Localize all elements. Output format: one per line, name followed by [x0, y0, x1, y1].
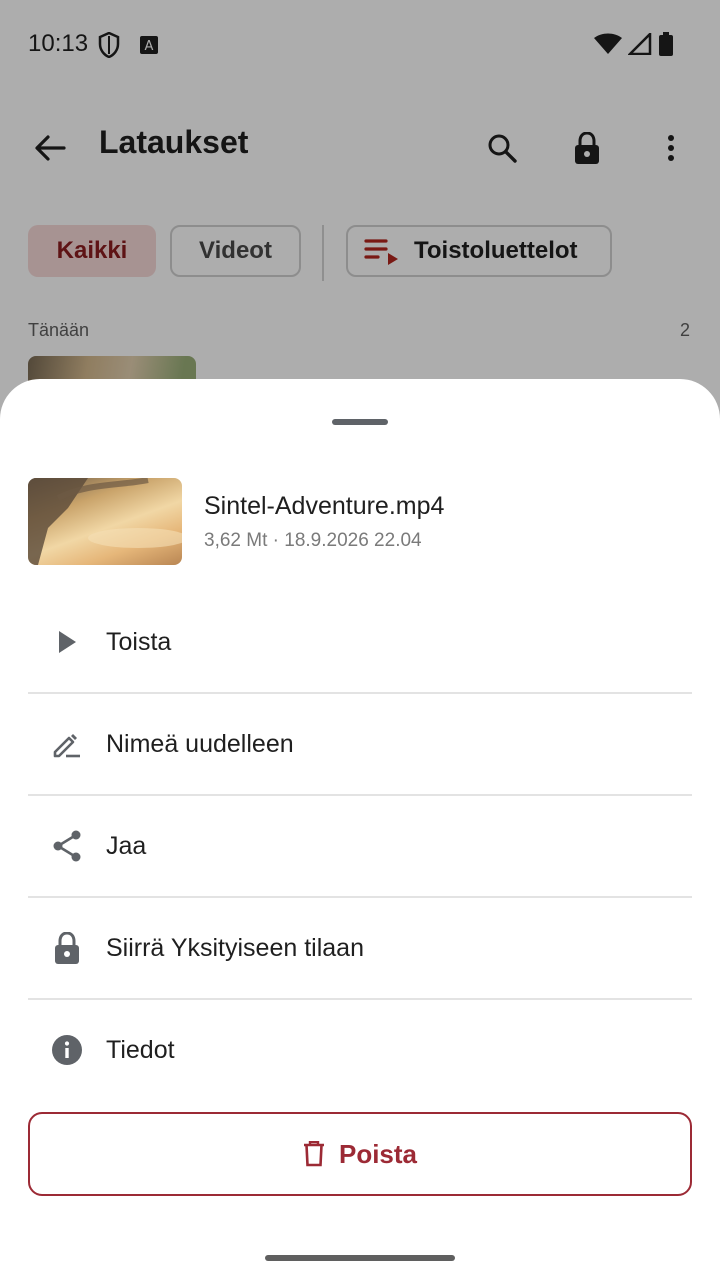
menu-label-rename: Nimeä uudelleen: [106, 729, 294, 758]
bottom-sheet: Sintel-Adventure.mp4 3,62 Mt · 18.9.2026…: [0, 379, 720, 1280]
menu-item-rename[interactable]: Nimeä uudelleen: [28, 694, 692, 794]
gesture-navigation-handle[interactable]: [265, 1255, 455, 1261]
file-header: Sintel-Adventure.mp4 3,62 Mt · 18.9.2026…: [28, 478, 692, 565]
menu-label-move-private: Siirrä Yksityiseen tilaan: [106, 933, 364, 962]
file-meta: 3,62 Mt · 18.9.2026 22.04: [204, 530, 422, 551]
trash-icon: [303, 1141, 324, 1167]
lock-icon: [48, 929, 86, 967]
rename-icon: [48, 725, 86, 763]
delete-label: Poista: [338, 1138, 418, 1169]
menu-label-share: Jaa: [106, 831, 147, 860]
share-icon: [48, 827, 86, 865]
drag-handle[interactable]: [332, 419, 388, 425]
menu-label-info: Tiedot: [106, 1035, 175, 1064]
menu-item-move-private[interactable]: Siirrä Yksityiseen tilaan: [28, 898, 692, 998]
play-icon: [48, 623, 86, 661]
file-name: Sintel-Adventure.mp4: [204, 492, 445, 520]
delete-button[interactable]: Poista: [28, 1112, 692, 1196]
menu-label-play: Toista: [106, 627, 172, 656]
info-icon: [48, 1031, 86, 1069]
menu-item-share[interactable]: Jaa: [28, 796, 692, 896]
menu-item-info[interactable]: Tiedot: [28, 1000, 692, 1100]
menu-item-play[interactable]: Toista: [28, 592, 692, 692]
action-menu: Toista Nimeä uudelleen Jaa Siirrä Yksity…: [28, 592, 692, 1100]
file-thumbnail: [28, 478, 182, 565]
